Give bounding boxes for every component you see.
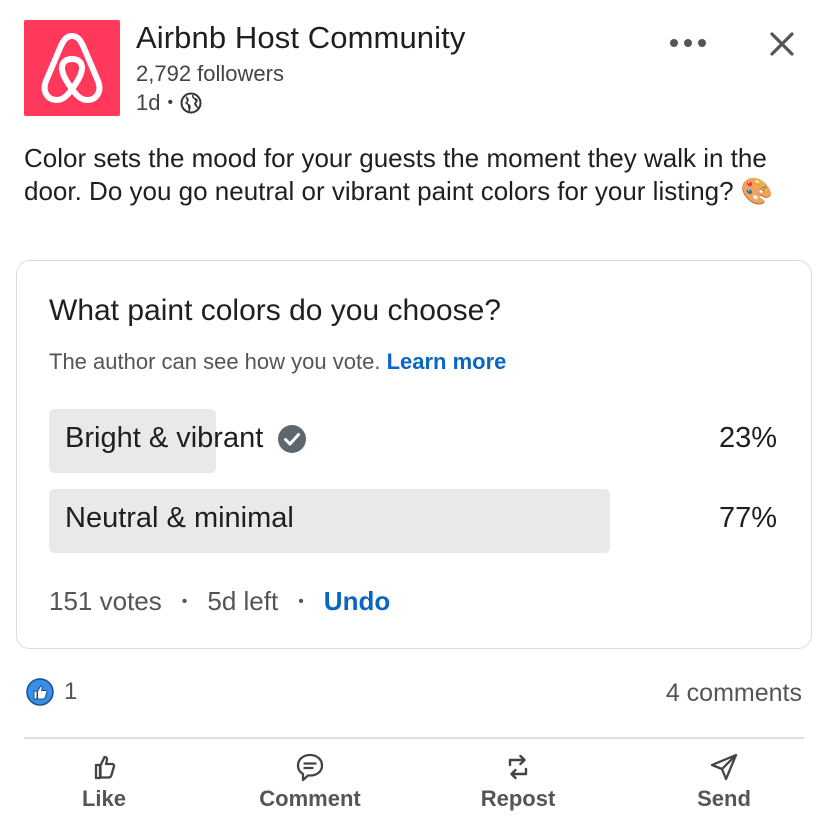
repost-label: Repost — [480, 786, 556, 811]
comments-count-link[interactable]: 4 comments — [666, 679, 802, 708]
poll-option-percent: 23% — [718, 422, 777, 454]
more-options-button[interactable] — [662, 28, 714, 58]
post-meta: 1d • — [136, 90, 202, 116]
company-logo[interactable] — [24, 20, 120, 116]
post-age: 1d — [136, 90, 161, 115]
poll-option-bright-vibrant[interactable]: Bright & vibrant 23% — [49, 409, 777, 473]
like-label: Like — [81, 786, 127, 811]
palette-emoji: 🎨 — [740, 176, 774, 206]
vote-count: 151 votes — [49, 586, 162, 616]
poll-question: What paint colors do you choose? — [49, 294, 501, 327]
repost-button[interactable]: Repost — [470, 750, 566, 812]
comment-icon — [296, 753, 324, 782]
send-label: Send — [697, 786, 751, 811]
company-name[interactable]: Airbnb Host Community — [136, 20, 465, 56]
comment-label: Comment — [259, 786, 361, 811]
reactions-summary[interactable]: 1 — [26, 678, 77, 706]
comment-button[interactable]: Comment — [246, 750, 374, 812]
poll-card: What paint colors do you choose? The aut… — [16, 260, 812, 649]
post-body: Color sets the mood for your guests the … — [24, 142, 814, 208]
selected-check-icon — [278, 424, 307, 453]
more-dot — [670, 39, 678, 47]
repost-icon — [508, 754, 528, 780]
follower-count: 2,792 followers — [136, 61, 284, 86]
time-left: 5d left — [207, 586, 279, 616]
meta-separator: • — [167, 94, 174, 111]
undo-vote-link[interactable]: Undo — [324, 586, 390, 617]
thumbs-up-icon — [94, 755, 116, 780]
post-text: Color sets the mood for your guests the … — [24, 143, 767, 206]
airbnb-belo-icon — [41, 33, 103, 103]
close-icon[interactable] — [764, 26, 800, 62]
actions-divider — [24, 737, 804, 739]
poll-option-label: Bright & vibrant — [65, 422, 264, 454]
globe-icon — [180, 92, 202, 114]
more-dot — [698, 39, 706, 47]
send-button[interactable]: Send — [686, 750, 762, 812]
reaction-count: 1 — [64, 678, 78, 705]
poll-footer: 151 votes • 5d left • Undo — [49, 586, 390, 617]
more-dot — [684, 39, 692, 47]
poll-option-percent: 77% — [718, 502, 777, 534]
like-reaction-icon — [26, 678, 54, 706]
poll-option-neutral-minimal[interactable]: Neutral & minimal 77% — [49, 489, 777, 553]
poll-privacy-note: The author can see how you vote. Learn m… — [49, 349, 506, 375]
footer-separator: • — [298, 592, 304, 610]
poll-option-label: Neutral & minimal — [65, 502, 294, 534]
footer-separator: • — [181, 592, 188, 610]
like-button[interactable]: Like — [66, 750, 142, 812]
send-icon — [710, 753, 738, 781]
poll-note-text: The author can see how you vote. — [49, 349, 381, 374]
learn-more-link[interactable]: Learn more — [387, 349, 507, 374]
